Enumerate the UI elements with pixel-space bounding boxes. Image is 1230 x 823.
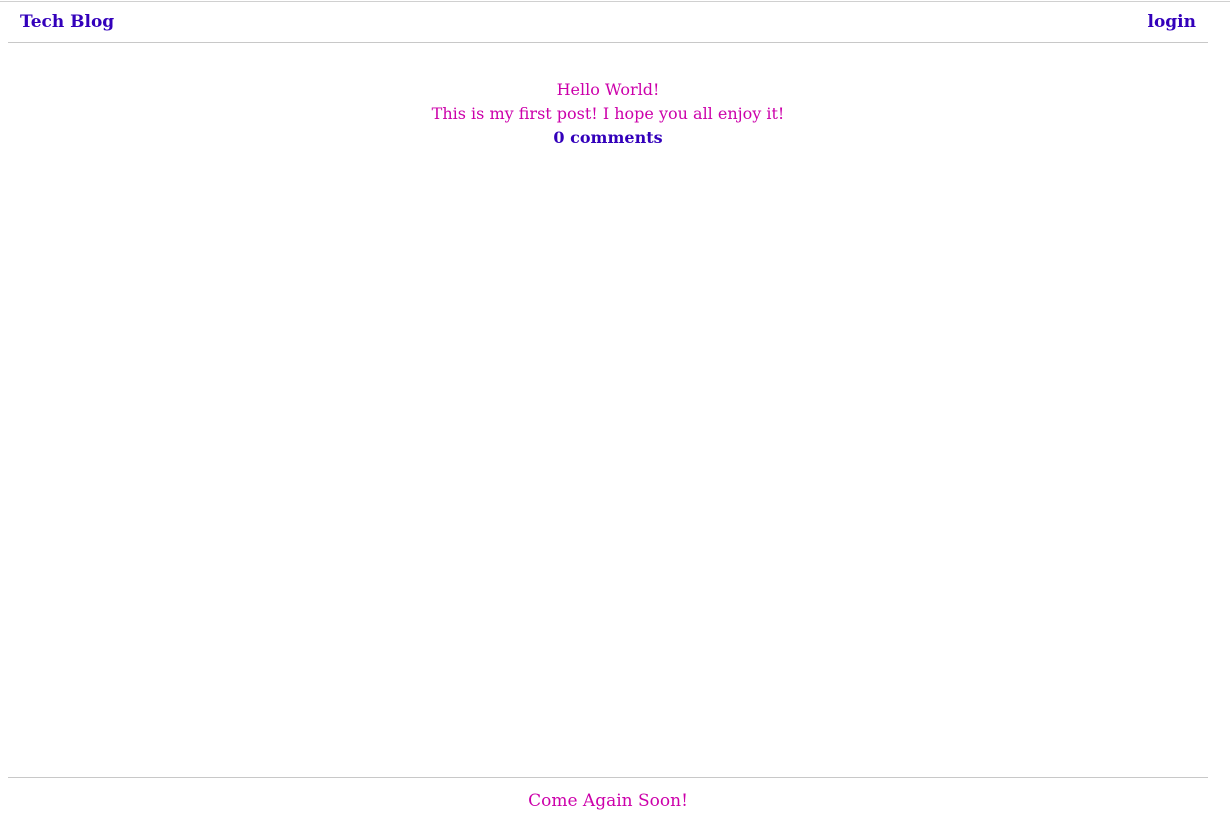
post-body: This is my first post! I hope you all en… [431, 104, 785, 123]
site-header: Tech Blog login [8, 2, 1208, 43]
post-title: Hello World! [556, 80, 660, 99]
post-comments-link[interactable]: 0 comments [553, 126, 662, 150]
footer-message: Come Again Soon! [528, 791, 688, 811]
site-brand-link[interactable]: Tech Blog [20, 12, 114, 32]
post-card: Hello World! This is my first post! I ho… [8, 78, 1208, 150]
login-link[interactable]: login [1147, 12, 1196, 32]
site-footer: Come Again Soon! [8, 777, 1208, 811]
